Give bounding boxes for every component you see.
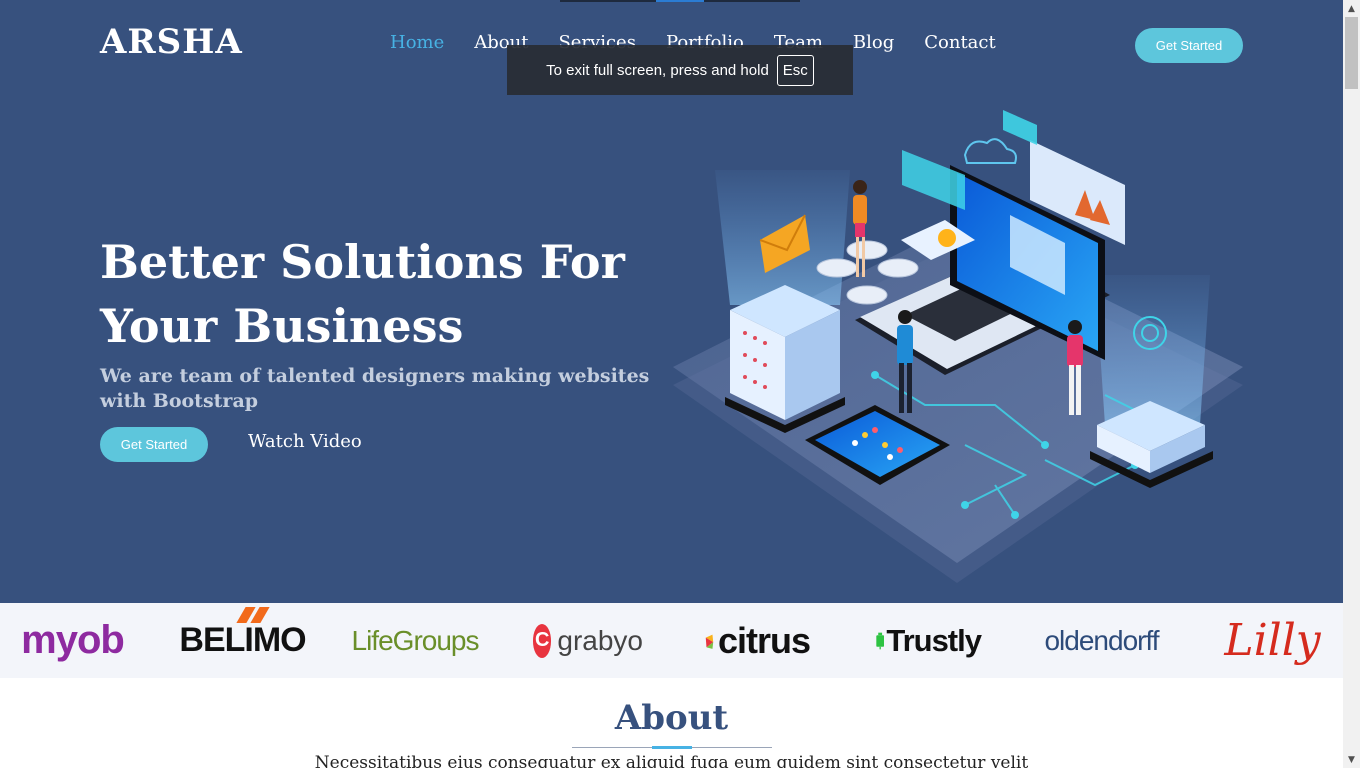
client-logo-trustly: Trustly [876,603,982,678]
about-section-title: About [614,698,729,738]
about-title-underline [572,746,772,749]
hero-section: ARSHA Home About Services Portfolio Team… [0,0,1343,603]
about-intro-text: Necessitatibus eius consequatur ex aliqu… [314,753,1029,768]
fullscreen-top-indicator [560,0,800,2]
hero-get-started-button[interactable]: Get Started [100,427,208,462]
page-scrollbar[interactable]: ▲ ▼ [1343,0,1360,768]
hero-subtitle: We are team of talented designers making… [100,365,650,412]
trustly-icon [876,632,885,649]
hero-illustration [673,110,1243,583]
fullscreen-toast-message: To exit full screen, press and hold [546,61,769,79]
hero-title: Better Solutions For Your Business [100,235,625,353]
nav-contact[interactable]: Contact [924,32,995,53]
nav-blog[interactable]: Blog [853,32,894,53]
site-logo[interactable]: ARSHA [100,22,243,62]
scroll-up-arrow-icon[interactable]: ▲ [1343,0,1360,17]
client-logo-grabyo: C grabyo [533,623,643,658]
header-get-started-button[interactable]: Get Started [1135,28,1243,63]
client-logo-lifegroups: LifeGroups [351,624,480,656]
client-logo-belimo: BELIMO [179,603,307,678]
client-logo-oldendorff: oldendorff [1044,624,1159,656]
client-logo-citrus: citrus [705,603,811,678]
watch-video-link[interactable]: Watch Video [248,431,362,452]
client-logo-lilly: Lilly [1224,615,1321,666]
scrollbar-thumb[interactable] [1345,17,1358,89]
esc-key-badge: Esc [776,54,814,86]
nav-home[interactable]: Home [390,32,444,53]
client-logo-myob: myob [21,618,125,662]
scroll-down-arrow-icon[interactable]: ▼ [1343,751,1360,768]
clients-strip: myob BELIMO LifeGroups C grabyo citrus T [0,603,1343,678]
fullscreen-exit-toast: To exit full screen, press and hold Esc [507,45,853,95]
citrus-icon [705,634,714,649]
